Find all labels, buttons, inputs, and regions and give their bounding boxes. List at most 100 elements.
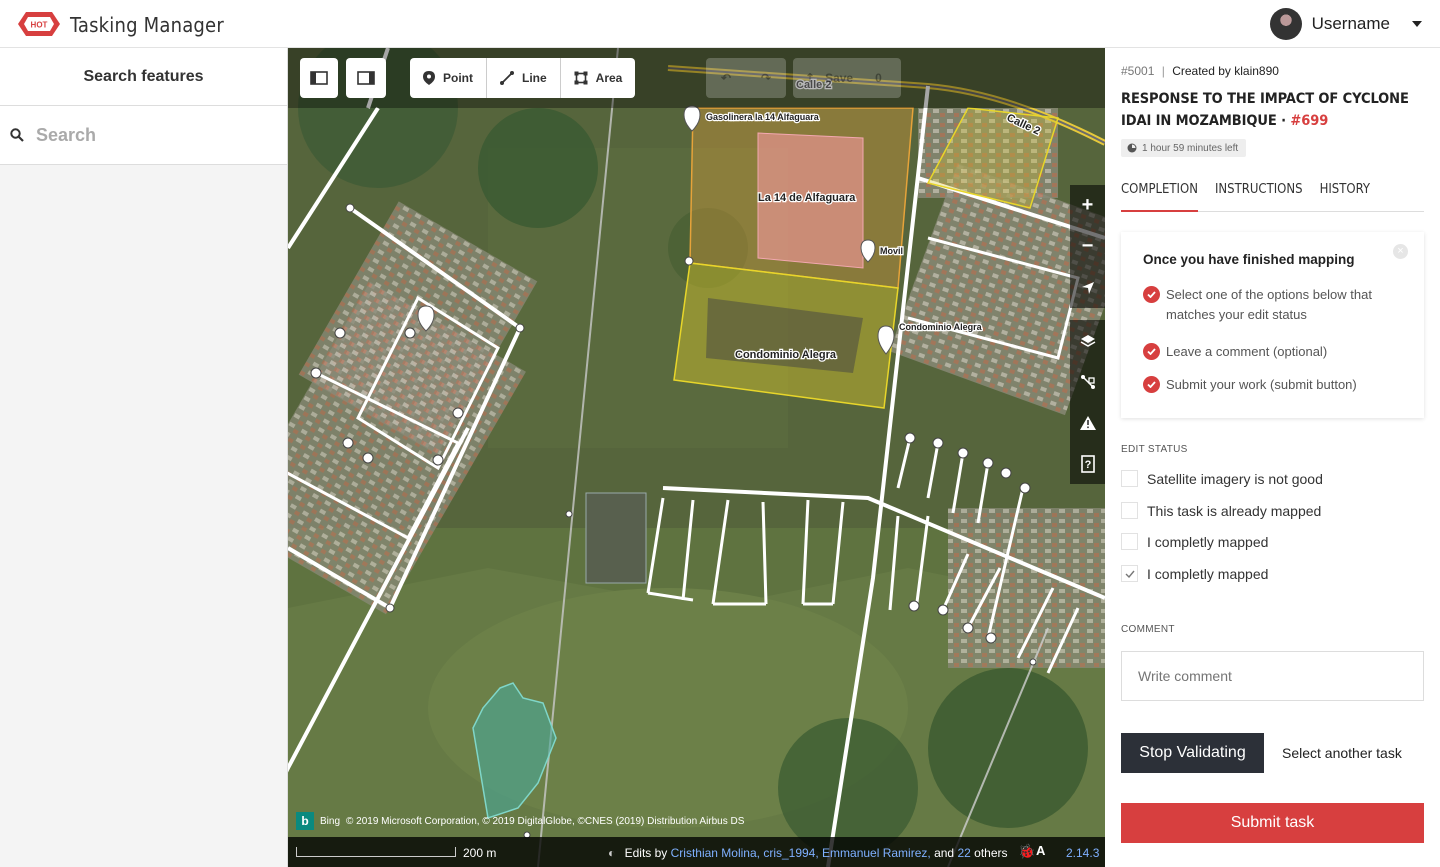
clock-icon bbox=[1127, 143, 1137, 153]
step-item: Submit your work (submit button) bbox=[1143, 375, 1357, 395]
geolocate-icon[interactable] bbox=[1070, 267, 1105, 308]
attribution-text: © 2019 Microsoft Corporation, © 2019 Dig… bbox=[346, 815, 745, 827]
tab-instructions[interactable]: Instructions bbox=[1215, 178, 1303, 211]
check-circle-icon bbox=[1143, 343, 1160, 360]
edit-status-option[interactable]: Satellite imagery is not good bbox=[1121, 470, 1323, 487]
checkbox[interactable] bbox=[1121, 502, 1138, 519]
close-icon[interactable]: × bbox=[1393, 244, 1408, 259]
checkmark-icon bbox=[1125, 570, 1135, 578]
project-id-link[interactable]: #699 bbox=[1290, 113, 1328, 129]
comment-field[interactable] bbox=[1121, 651, 1424, 701]
point-mode-button[interactable]: Point bbox=[410, 58, 487, 98]
scale-bar[interactable] bbox=[296, 847, 456, 857]
created-by-label: Created by bbox=[1172, 64, 1231, 78]
issues-icon[interactable] bbox=[1070, 402, 1105, 443]
checkbox[interactable] bbox=[1121, 533, 1138, 550]
others-count[interactable]: 22 bbox=[957, 846, 970, 860]
task-panel: #5001 | Created by klain890 Response to … bbox=[1105, 48, 1440, 867]
edit-status-option[interactable]: This task is already mapped bbox=[1121, 502, 1321, 519]
map-label-store[interactable]: La 14 de Alfaguara bbox=[757, 191, 858, 206]
undo-redo-group: ↶ ↷ bbox=[706, 58, 786, 98]
redo-icon[interactable]: ↷ bbox=[746, 71, 786, 85]
map-canvas[interactable]: Gasolinera la 14 Alfaguara La 14 de Alfa… bbox=[288, 48, 1105, 867]
option-label[interactable]: I completly mapped bbox=[1147, 566, 1268, 582]
editor-toolbar: Point Line Area ↶ ↷ ⇡ Save 0 bbox=[288, 48, 1105, 108]
hot-logo[interactable]: HOT bbox=[16, 9, 62, 39]
username[interactable]: Username bbox=[1312, 14, 1390, 34]
satellite-imagery[interactable]: Gasolinera la 14 Alfaguara La 14 de Alfa… bbox=[288, 48, 1105, 867]
option-label[interactable]: I completly mapped bbox=[1147, 534, 1268, 550]
edit-status-option[interactable]: I completly mapped bbox=[1121, 565, 1268, 582]
toggle-right-panel-button[interactable] bbox=[346, 58, 386, 98]
checkbox-checked[interactable] bbox=[1121, 565, 1138, 582]
svg-text:?: ? bbox=[1084, 459, 1091, 471]
layers-icon[interactable] bbox=[1070, 320, 1105, 361]
comment-label: COMMENT bbox=[1121, 624, 1175, 635]
edit-status-label: EDIT STATUS bbox=[1121, 444, 1188, 455]
panel-right-icon bbox=[357, 71, 375, 85]
author-link[interactable]: klain890 bbox=[1234, 64, 1279, 78]
bing-logo-icon: b bbox=[296, 812, 314, 830]
checkbox[interactable] bbox=[1121, 470, 1138, 487]
task-meta: #5001 | Created by klain890 bbox=[1121, 64, 1279, 78]
logo-text: HOT bbox=[31, 21, 48, 30]
edit-status-option[interactable]: I completly mapped bbox=[1121, 533, 1268, 550]
map-label-movil[interactable]: Movil bbox=[879, 245, 905, 258]
imagery-attribution: b Bing © 2019 Microsoft Corporation, © 2… bbox=[296, 812, 744, 830]
zoom-in-icon[interactable]: + bbox=[1070, 185, 1105, 226]
save-label: Save bbox=[825, 71, 854, 85]
step-item: Leave a comment (optional) bbox=[1143, 342, 1327, 362]
point-marker-icon bbox=[423, 71, 435, 85]
help-icon[interactable]: ? bbox=[1070, 443, 1105, 484]
project-title-text: Response to the impact of cyclone Idai i… bbox=[1121, 91, 1409, 129]
step-text: Select one of the options below that mat… bbox=[1166, 287, 1372, 322]
editor-version[interactable]: 2.14.3 bbox=[1066, 846, 1099, 860]
check-circle-icon bbox=[1143, 376, 1160, 393]
option-label[interactable]: This task is already mapped bbox=[1147, 503, 1321, 519]
point-mode-label: Point bbox=[443, 71, 473, 85]
time-left-text: 1 hour 59 minutes left bbox=[1142, 142, 1239, 154]
task-tabs: Completion Instructions History bbox=[1121, 178, 1424, 212]
zoom-out-icon[interactable]: − bbox=[1070, 226, 1105, 267]
search-bar[interactable] bbox=[0, 106, 287, 165]
step-text: Leave a comment (optional) bbox=[1166, 344, 1328, 359]
translate-icon[interactable]: A bbox=[1036, 843, 1045, 858]
area-mode-button[interactable]: Area bbox=[561, 58, 636, 98]
option-label[interactable]: Satellite imagery is not good bbox=[1147, 471, 1323, 487]
upload-icon: ⇡ bbox=[805, 71, 816, 85]
avatar[interactable] bbox=[1269, 8, 1302, 40]
task-id: #5001 bbox=[1121, 64, 1155, 78]
bug-report-icon[interactable]: 🐞 bbox=[1018, 843, 1035, 860]
completion-instructions-card: Once you have finished mapping × Select … bbox=[1121, 232, 1424, 418]
line-icon bbox=[500, 71, 514, 85]
toggle-left-panel-button[interactable] bbox=[300, 58, 338, 98]
map-label-gas-station[interactable]: Gasolinera la 14 Alfaguara bbox=[705, 111, 821, 124]
contributors-text: ◐ Edits by Cristhian Molina, cris_1994, … bbox=[608, 846, 1008, 860]
line-mode-button[interactable]: Line bbox=[487, 58, 561, 98]
stop-validating-button[interactable]: Stop Validating bbox=[1121, 733, 1264, 773]
select-another-task-link[interactable]: Select another task bbox=[1282, 745, 1402, 761]
search-input[interactable] bbox=[36, 124, 266, 146]
bing-label[interactable]: Bing bbox=[320, 816, 340, 827]
chevron-down-icon[interactable] bbox=[1412, 21, 1422, 27]
step-text: Submit your work (submit button) bbox=[1166, 377, 1357, 392]
undo-icon[interactable]: ↶ bbox=[706, 71, 746, 85]
submit-task-button[interactable]: Submit task bbox=[1121, 803, 1424, 843]
panel-left-icon bbox=[310, 71, 328, 85]
line-mode-label: Line bbox=[522, 71, 547, 85]
editor-links[interactable]: Cristhian Molina, cris_1994, Emmanuel Ra… bbox=[671, 846, 931, 860]
check-circle-icon bbox=[1143, 286, 1160, 303]
map-label-condo-pin[interactable]: Condominio Alegra bbox=[898, 321, 984, 334]
area-mode-label: Area bbox=[595, 71, 623, 85]
search-panel-title: Search features bbox=[0, 48, 287, 106]
tab-completion[interactable]: Completion bbox=[1121, 178, 1198, 212]
map-data-icon[interactable] bbox=[1070, 361, 1105, 402]
scale-label: 200 m bbox=[463, 846, 497, 860]
edits-and: and bbox=[934, 846, 955, 860]
map-footer: 200 m ◐ Edits by Cristhian Molina, cris_… bbox=[288, 837, 1105, 867]
user-menu[interactable]: Username bbox=[1269, 8, 1422, 40]
map-label-condo[interactable]: Condominio Alegra bbox=[734, 348, 838, 363]
tab-history[interactable]: History bbox=[1320, 178, 1370, 211]
brand-name[interactable]: Tasking Manager bbox=[70, 13, 224, 37]
save-button[interactable]: ⇡ Save 0 bbox=[793, 58, 901, 98]
